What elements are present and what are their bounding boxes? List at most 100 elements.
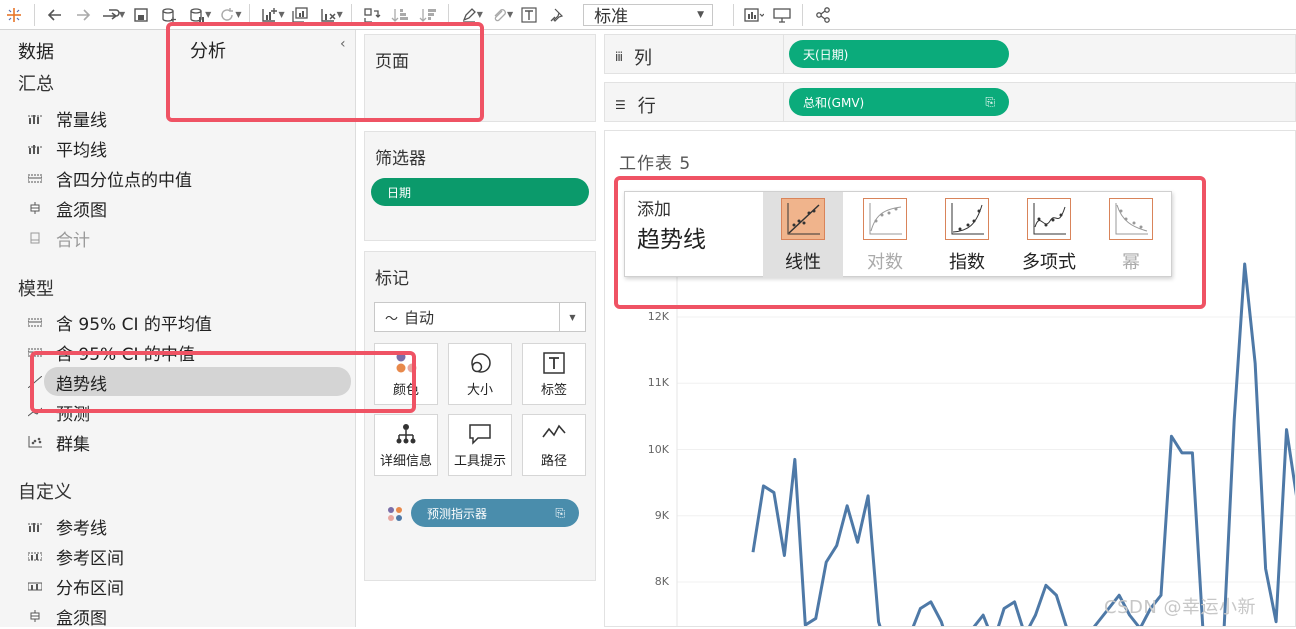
analytics-item-distribution-band[interactable]: 分布区间 — [28, 575, 124, 599]
mark-type-value: 自动 — [404, 308, 435, 327]
show-mark-labels-icon[interactable] — [515, 1, 543, 29]
fit-select[interactable]: 标准 ▼ — [583, 3, 714, 27]
fix-axes-icon[interactable] — [543, 1, 571, 29]
analytics-item-label: 盒须图 — [56, 200, 107, 221]
redo-icon[interactable] — [69, 1, 97, 29]
chevron-down-icon[interactable]: ▼ — [119, 10, 125, 19]
size-icon — [468, 352, 492, 380]
section-custom: 自定义 — [18, 482, 72, 503]
analytics-item-label: 含四分位点的中值 — [56, 170, 192, 191]
rows-label-text: 行 — [637, 96, 656, 117]
rows-shelf-label: ☰ 行 — [615, 92, 656, 118]
tooltip-icon — [468, 423, 492, 449]
marks-tooltip-button[interactable]: 工具提示 — [448, 414, 512, 476]
average-ci-icon — [28, 316, 42, 328]
marks-card-title: 标记 — [375, 269, 409, 289]
detail-icon — [395, 423, 417, 449]
marks-button-label: 详细信息 — [379, 454, 432, 469]
label-icon — [543, 352, 565, 378]
analytics-item-constant-line[interactable]: 常量线 — [28, 107, 107, 131]
marks-button-label: 路径 — [540, 454, 567, 469]
reference-line-icon — [28, 112, 42, 124]
median-quartiles-icon — [28, 172, 42, 184]
columns-pill-day-date[interactable]: 天(日期) — [789, 40, 1009, 68]
annotation-box-trend-line-item — [30, 351, 416, 413]
forecast-indicator-label: 预测指示器 — [427, 506, 488, 521]
filters-shelf[interactable]: 筛选器 日期 — [364, 131, 596, 241]
analytics-item-median-quartiles[interactable]: 含四分位点的中值 — [28, 167, 192, 191]
shelf-divider — [783, 35, 784, 73]
box-plot-icon — [28, 610, 42, 622]
analytics-item-label: 参考线 — [56, 518, 107, 539]
chevron-down-icon: ▼ — [697, 9, 705, 20]
annotation-box-trend-popup — [614, 176, 1206, 309]
reference-band-icon — [28, 550, 42, 562]
section-model: 模型 — [18, 279, 54, 300]
chevron-down-icon[interactable]: ▼ — [205, 10, 211, 19]
analytics-item-cluster[interactable]: 群集 — [28, 431, 90, 455]
pill-expand-icon: ⎘ — [555, 505, 565, 520]
presentation-mode-icon[interactable] — [768, 1, 796, 29]
chevron-down-icon[interactable]: ▼ — [235, 10, 241, 19]
cluster-icon — [28, 436, 42, 448]
chevron-down-icon[interactable]: ▼ — [507, 10, 513, 19]
analytics-item-label: 合计 — [56, 230, 90, 251]
series-line[interactable] — [751, 262, 1296, 627]
chevron-down-icon: ▼ — [559, 303, 585, 331]
analytics-item-label: 分布区间 — [56, 578, 124, 599]
analytics-item-custom-box-plot[interactable]: 盒须图 — [28, 605, 107, 629]
share-icon[interactable] — [809, 1, 837, 29]
chevron-down-icon[interactable]: ▼ — [278, 10, 284, 19]
average-line-icon — [28, 142, 42, 154]
marks-button-label: 工具提示 — [453, 454, 506, 469]
tab-data[interactable]: 数据 — [18, 38, 54, 64]
show-me-icon[interactable] — [740, 1, 768, 29]
marks-size-button[interactable]: 大小 — [448, 343, 512, 405]
forecast-indicator-color-icon — [387, 506, 403, 526]
columns-icon: iii — [615, 50, 623, 64]
filter-pill-date[interactable]: 日期 — [371, 178, 589, 206]
forecast-indicator-pill[interactable]: 预测指示器 ⎘ — [411, 499, 579, 527]
analytics-item-label: 含 95% CI 的平均值 — [56, 314, 212, 335]
analytics-item-label: 群集 — [56, 434, 90, 455]
toolbar-separator — [34, 3, 35, 26]
annotation-box-analysis-tab — [166, 22, 484, 122]
marks-path-button[interactable]: 路径 — [522, 414, 586, 476]
toolbar-separator — [733, 3, 735, 26]
marks-button-label: 大小 — [466, 383, 493, 398]
analytics-item-label: 参考区间 — [56, 548, 124, 569]
rows-shelf[interactable]: ☰ 行 总和(GMV) ⎘ — [604, 82, 1296, 122]
shelf-divider — [783, 83, 784, 121]
undo-icon[interactable] — [41, 1, 69, 29]
columns-shelf-label: iii 列 — [615, 44, 652, 70]
totals-icon — [28, 232, 42, 244]
analytics-item-average-ci[interactable]: 含 95% CI 的平均值 — [28, 311, 212, 335]
columns-shelf[interactable]: iii 列 天(日期) — [604, 34, 1296, 74]
box-plot-icon — [28, 202, 42, 214]
chevron-down-icon[interactable]: ▼ — [337, 10, 343, 19]
section-summary: 汇总 — [18, 74, 54, 95]
chevron-down-icon[interactable]: ▼ — [477, 10, 483, 19]
mark-type-select[interactable]: 〜 自动 ▼ — [374, 302, 586, 332]
fit-select-value: 标准 — [594, 7, 629, 27]
analytics-item-average-line[interactable]: 平均线 — [28, 137, 107, 161]
distribution-band-icon — [28, 580, 42, 592]
analytics-item-label: 盒须图 — [56, 608, 107, 629]
path-icon — [542, 423, 566, 445]
marks-detail-button[interactable]: 详细信息 — [374, 414, 438, 476]
rows-icon: ☰ — [615, 98, 626, 112]
analytics-item-totals[interactable]: 合计 — [28, 227, 90, 251]
analytics-item-reference-line[interactable]: 参考线 — [28, 515, 107, 539]
reference-line-icon — [28, 520, 42, 532]
marks-label-button[interactable]: 标签 — [522, 343, 586, 405]
watermark: CSDN @幸运小新 — [1104, 597, 1257, 618]
analytics-item-label: 平均线 — [56, 140, 107, 161]
analytics-item-label: 常量线 — [56, 110, 107, 131]
rows-pill-sum-gmv[interactable]: 总和(GMV) ⎘ — [789, 88, 1009, 116]
analytics-item-box-plot[interactable]: 盒须图 — [28, 197, 107, 221]
analytics-item-reference-band[interactable]: 参考区间 — [28, 545, 124, 569]
rows-pill-label: 总和(GMV) — [803, 95, 865, 110]
filters-shelf-title: 筛选器 — [375, 149, 426, 169]
save-icon[interactable] — [127, 1, 155, 29]
tableau-logo-icon[interactable] — [0, 1, 28, 29]
